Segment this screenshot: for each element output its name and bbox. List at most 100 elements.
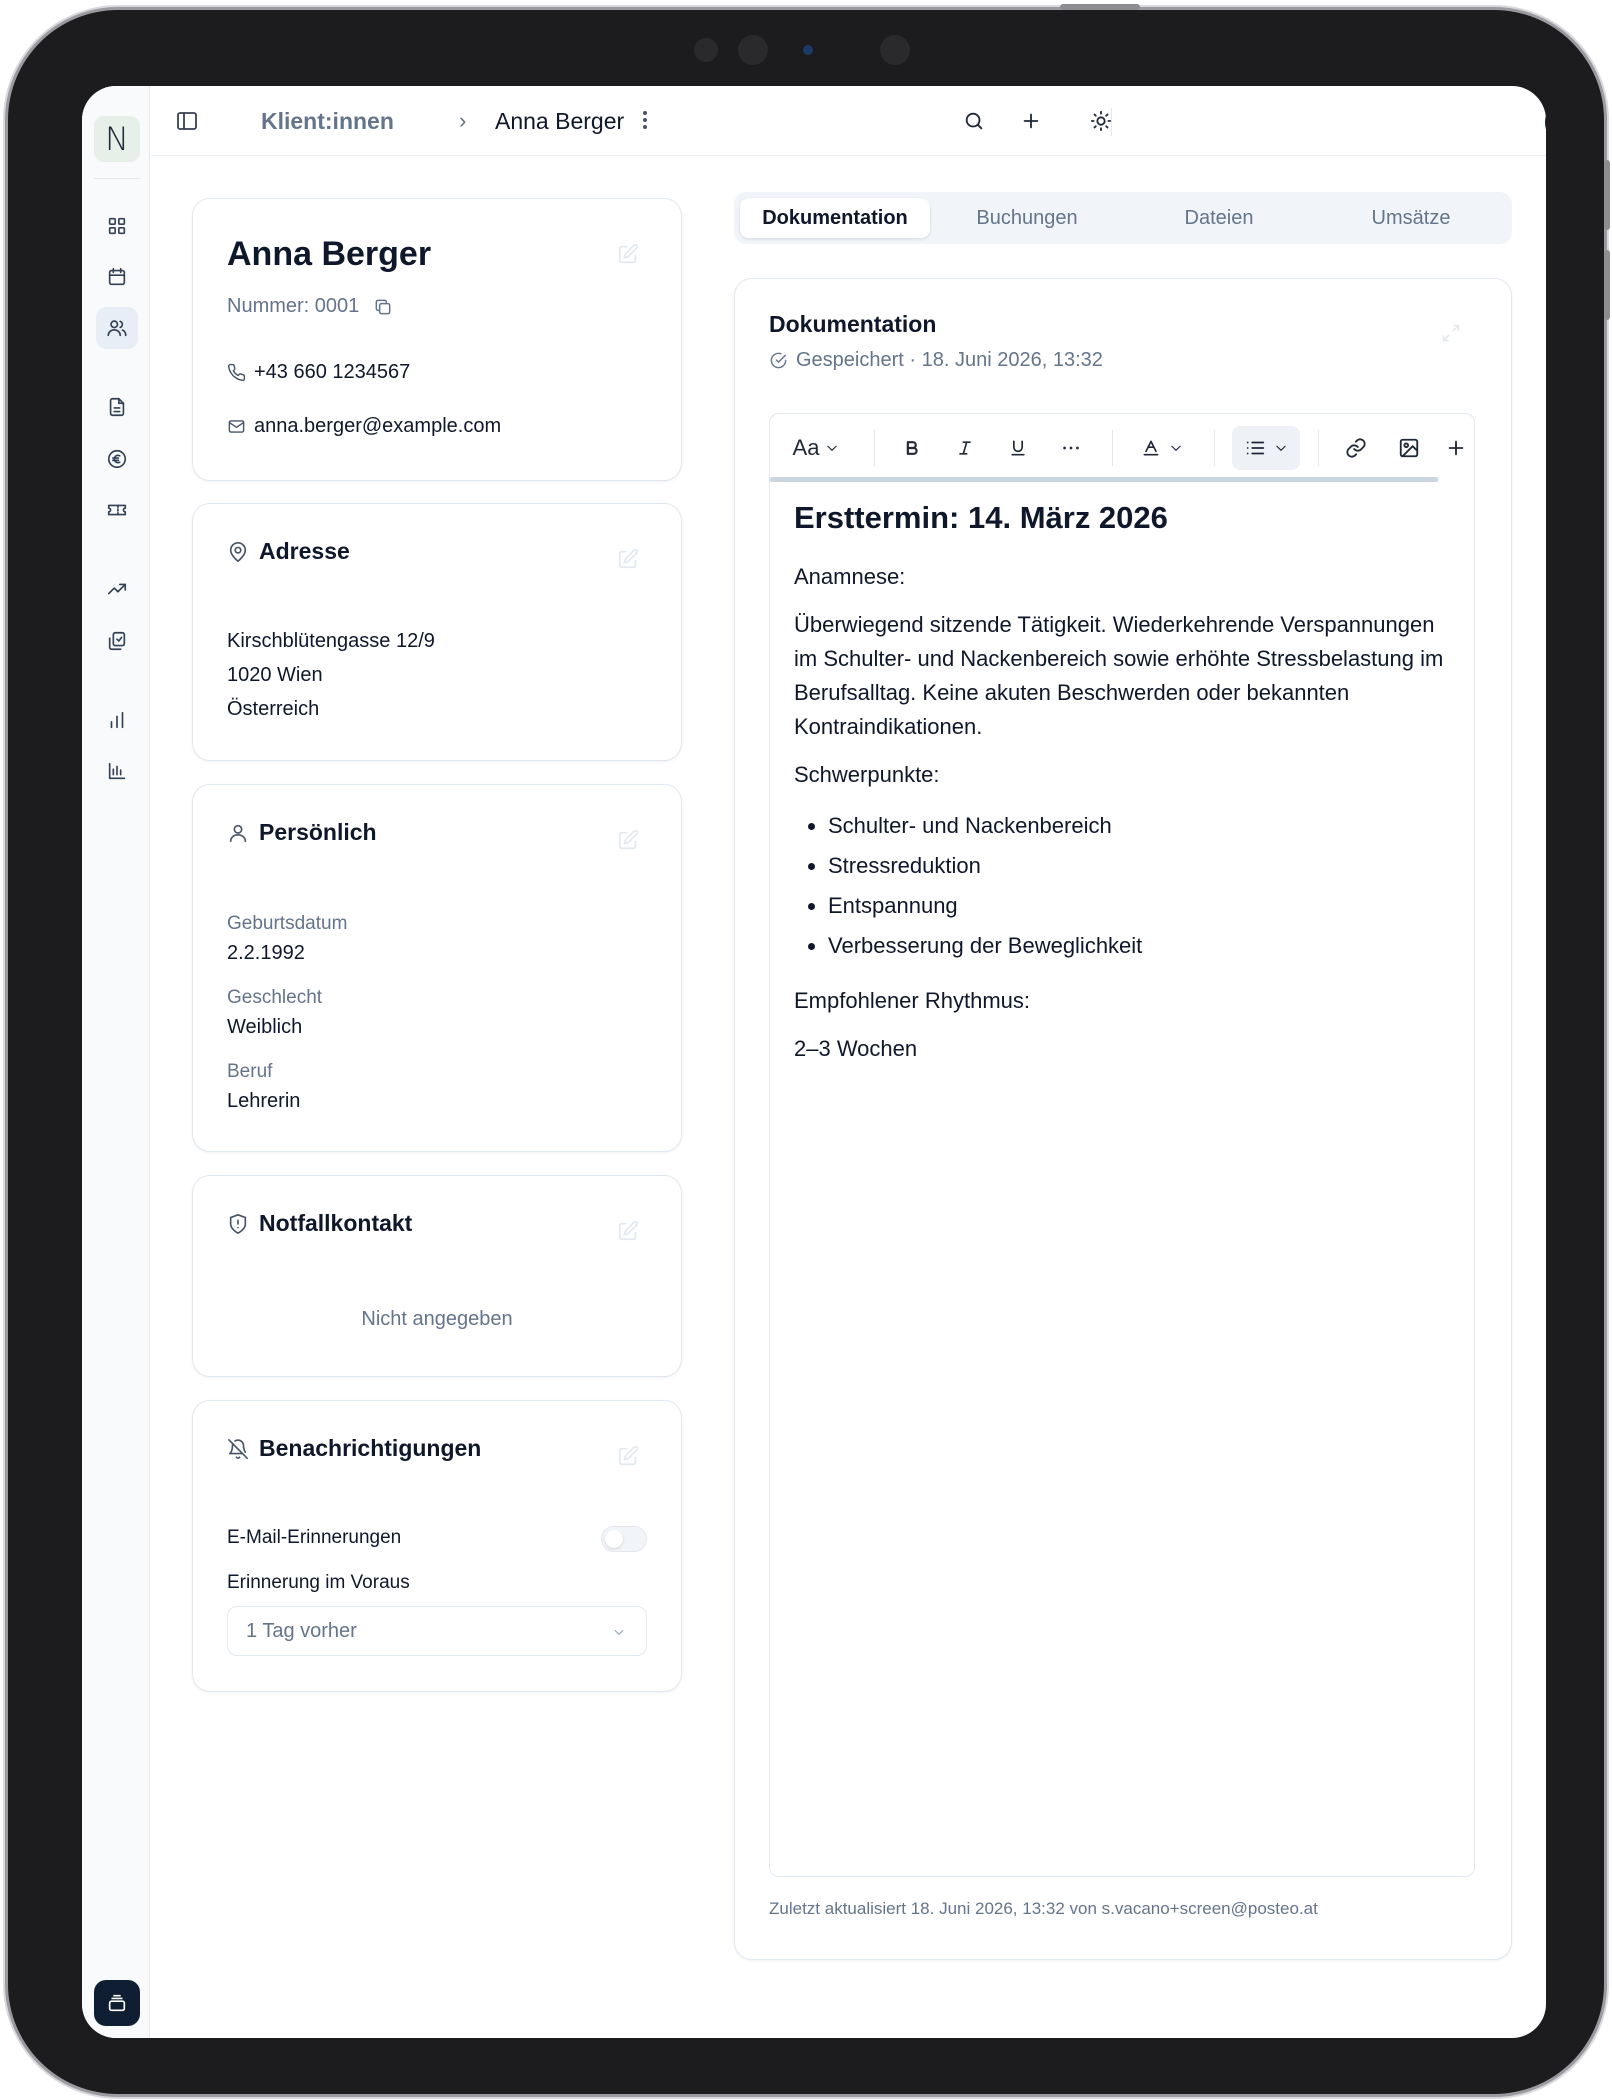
edit-icon[interactable]: [617, 243, 639, 265]
tab-dateien[interactable]: Dateien: [1124, 198, 1314, 238]
theme-sun-icon[interactable]: [1084, 104, 1118, 138]
shield-icon: [229, 1213, 247, 1234]
edit-icon[interactable]: [617, 1220, 639, 1242]
edit-icon[interactable]: [617, 829, 639, 851]
screen: N Klient:innen › Anna Berger Anna Berger…: [82, 86, 1546, 2038]
email-reminder-toggle[interactable]: [601, 1526, 647, 1552]
email-row[interactable]: anna.berger@example.com: [227, 415, 501, 438]
map-pin-icon: [229, 541, 247, 562]
copy-icon[interactable]: [373, 297, 393, 317]
camera-dot: [738, 35, 768, 65]
font-style-label: Aa: [792, 435, 820, 460]
list-item: Entspannung: [828, 886, 1450, 926]
email-text: anna.berger@example.com: [254, 415, 502, 437]
emergency-card: Notfallkontakt Nicht angegeben: [192, 1175, 682, 1377]
save-status-text: Gespeichert · 18. Juni 2026, 13:32: [796, 349, 1103, 371]
documentation-panel: Dokumentation Gespeichert · 18. Juni 202…: [734, 278, 1512, 1960]
toolbar-separator: [874, 430, 875, 466]
advance-reminder-label: Erinnerung im Voraus: [227, 1572, 410, 1593]
chevron-down-icon: [1276, 445, 1286, 451]
editor-toolbar: Aa: [770, 414, 1474, 482]
personal-header: Persönlich: [227, 819, 377, 846]
email-reminder-label: E-Mail-Erinnerungen: [227, 1527, 402, 1548]
doc-title: Dokumentation: [769, 311, 937, 337]
user-icon: [229, 824, 247, 842]
more-vertical-icon[interactable]: [637, 104, 653, 136]
address-line: Österreich: [227, 698, 320, 720]
edit-icon[interactable]: [617, 1445, 639, 1467]
analytics-icon[interactable]: [96, 750, 138, 792]
expand-icon[interactable]: [1441, 323, 1461, 343]
phone-icon: [227, 363, 246, 382]
side-rail: N: [82, 86, 150, 2038]
select-value: 1 Tag vorher: [246, 1620, 357, 1642]
phone-text: +43 660 1234567: [254, 361, 411, 383]
clients-icon[interactable]: [96, 307, 138, 349]
text-color-icon: [1143, 440, 1159, 456]
card-title: Notfallkontakt: [259, 1210, 413, 1236]
euro-icon[interactable]: [96, 438, 138, 480]
calendar-icon[interactable]: [96, 256, 138, 298]
underline-icon[interactable]: [1000, 426, 1036, 470]
ticket-icon[interactable]: [96, 489, 138, 531]
card-title: Benachrichtigungen: [259, 1435, 482, 1461]
tab-bar: Dokumentation Buchungen Dateien Umsätze: [734, 192, 1512, 244]
text-color-dropdown[interactable]: [1134, 426, 1190, 470]
camera-dot: [694, 38, 718, 62]
rich-text-editor[interactable]: Aa Ersttermin: 14. März 2026 Anamnese: Ü…: [769, 413, 1475, 1877]
list-dropdown[interactable]: [1232, 426, 1300, 470]
emergency-header: Notfallkontakt: [227, 1210, 412, 1237]
list-item: Stressreduktion: [828, 846, 1450, 886]
field-value: 2.2.1992: [227, 942, 305, 964]
toolbar-separator: [1318, 430, 1319, 466]
camera-dot: [880, 35, 910, 65]
toolbar-scrollbar[interactable]: [770, 477, 1438, 482]
edit-icon[interactable]: [617, 548, 639, 570]
check-circle-icon: [770, 352, 787, 369]
app-logo[interactable]: N: [94, 116, 140, 162]
dashboard-icon[interactable]: [96, 205, 138, 247]
top-bar: Klient:innen › Anna Berger SE: [151, 86, 1546, 156]
doc-paragraph: 2–3 Wochen: [794, 1036, 918, 1061]
notifications-card: Benachrichtigungen E-Mail-Erinnerungen E…: [192, 1400, 682, 1692]
copy-icon[interactable]: [96, 620, 138, 662]
avatar[interactable]: SE: [1545, 96, 1546, 148]
insert-plus-icon[interactable]: [1438, 426, 1474, 470]
add-icon[interactable]: [1014, 104, 1048, 138]
tab-buchungen[interactable]: Buchungen: [932, 198, 1122, 238]
field-label: Geschlecht: [227, 987, 323, 1008]
hardware-button: [1060, 4, 1140, 10]
address-line: Kirschblütengasse 12/9: [227, 630, 435, 652]
list-icon: [1246, 441, 1265, 455]
link-icon[interactable]: [1338, 426, 1374, 470]
archive-button[interactable]: [94, 1980, 140, 2026]
editor-content[interactable]: Ersttermin: 14. März 2026 Anamnese: Über…: [794, 500, 1450, 1080]
advance-reminder-select[interactable]: 1 Tag vorher: [227, 1606, 647, 1656]
address-line: 1020 Wien: [227, 664, 323, 686]
italic-icon[interactable]: [947, 426, 983, 470]
image-icon[interactable]: [1391, 426, 1427, 470]
stack-icon: [108, 1994, 126, 2012]
camera-dot: [803, 45, 813, 55]
focus-list: Schulter- und Nackenbereich Stressredukt…: [828, 806, 1450, 966]
hardware-button: [1604, 250, 1610, 320]
trending-icon[interactable]: [96, 568, 138, 610]
chevron-down-icon: [827, 445, 838, 451]
search-icon[interactable]: [957, 104, 991, 138]
sidebar-toggle-icon[interactable]: [175, 109, 199, 133]
font-style-dropdown[interactable]: Aa: [786, 426, 846, 470]
breadcrumb-parent[interactable]: Klient:innen: [261, 108, 394, 135]
phone-row[interactable]: +43 660 1234567: [227, 361, 410, 384]
hardware-button: [1604, 160, 1610, 230]
breadcrumb-separator: ›: [459, 108, 467, 133]
chevron-down-icon: [1171, 445, 1181, 451]
more-horizontal-icon[interactable]: [1053, 426, 1089, 470]
document-icon[interactable]: [96, 386, 138, 428]
bold-icon[interactable]: [894, 426, 930, 470]
tab-dokumentation[interactable]: Dokumentation: [740, 198, 930, 238]
card-title: Adresse: [259, 538, 350, 564]
divider: [94, 178, 140, 179]
client-number: Nummer: 0001: [227, 295, 393, 318]
tab-umsaetze[interactable]: Umsätze: [1316, 198, 1506, 238]
bar-chart-icon[interactable]: [96, 699, 138, 741]
